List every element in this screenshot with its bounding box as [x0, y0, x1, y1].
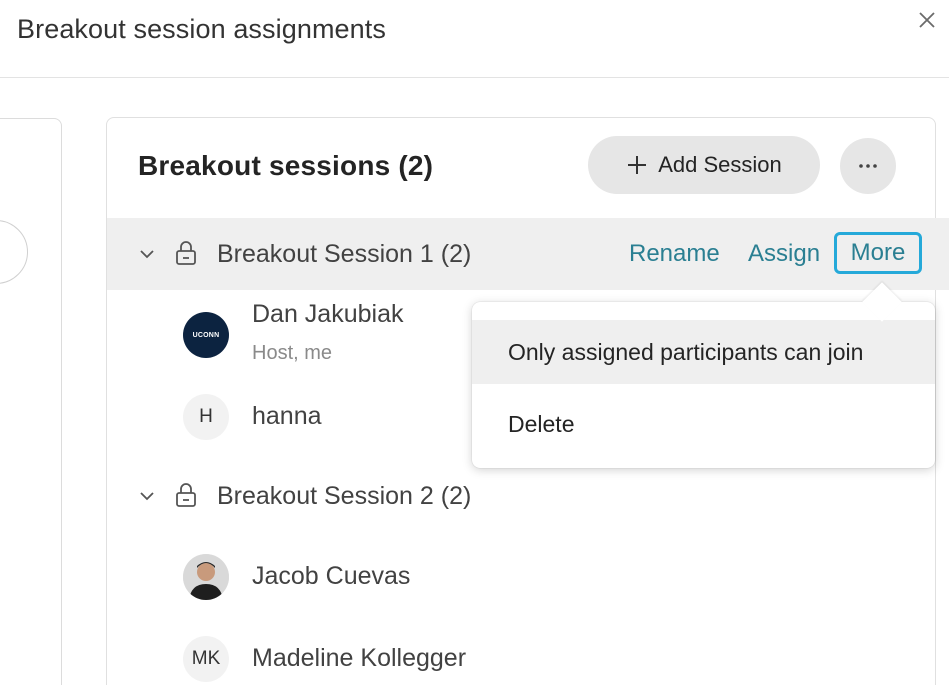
panel-title: Breakout sessions (2): [138, 150, 434, 181]
participants-panel: [0, 118, 62, 685]
plus-icon: [628, 156, 647, 174]
participant-row[interactable]: MK Madeline Kollegger: [107, 634, 507, 685]
menu-item-only-assigned[interactable]: Only assigned participants can join: [472, 320, 935, 384]
participant-name: Madeline Kollegger: [252, 644, 467, 672]
add-session-label: Add Session: [658, 152, 782, 177]
participant-row[interactable]: H hanna: [107, 392, 507, 462]
rename-link[interactable]: Rename: [629, 240, 720, 268]
chevron-down-icon[interactable]: [138, 487, 156, 505]
person-photo-icon: [183, 554, 229, 600]
avatar-initials: H: [199, 406, 213, 427]
close-button[interactable]: [913, 6, 941, 34]
session-row-2[interactable]: Breakout Session 2 (2): [107, 460, 949, 532]
participant-name: hanna: [252, 402, 322, 430]
assign-link[interactable]: Assign: [748, 240, 820, 268]
avatar: H: [183, 394, 229, 440]
lock-icon: [176, 483, 196, 507]
participant-name: Jacob Cuevas: [252, 562, 411, 590]
more-options-button[interactable]: [840, 138, 896, 194]
menu-item-delete[interactable]: Delete: [472, 392, 935, 456]
close-icon: [919, 12, 935, 28]
participant-role: Host, me: [252, 342, 333, 364]
ellipsis-icon: [859, 164, 877, 168]
participant-row[interactable]: Jacob Cuevas: [107, 552, 507, 622]
participant-row[interactable]: UCONN Dan Jakubiak Host, me: [107, 300, 507, 370]
avatar: MK: [183, 636, 229, 682]
lock-icon: [176, 241, 196, 265]
breakout-assignments-dialog: Breakout session assignments Breakout se…: [0, 0, 949, 685]
session-row-1[interactable]: Breakout Session 1 (2) Rename Assign Mor…: [107, 218, 949, 290]
add-session-button[interactable]: Add Session: [588, 136, 820, 194]
more-dropdown-menu: Only assigned participants can join Dele…: [472, 302, 935, 468]
more-link[interactable]: More: [834, 232, 922, 274]
avatar-logo-text: UCONN: [192, 331, 220, 339]
avatar: UCONN: [183, 312, 229, 358]
avatar-initials: MK: [191, 648, 221, 669]
dialog-title: Breakout session assignments: [17, 14, 386, 44]
participant-name: Dan Jakubiak: [252, 300, 404, 328]
avatar: [183, 554, 229, 600]
session-label: Breakout Session 2 (2): [217, 482, 472, 510]
chevron-down-icon[interactable]: [138, 245, 156, 263]
dialog-header: Breakout session assignments: [0, 0, 949, 78]
session-label: Breakout Session 1 (2): [217, 240, 472, 268]
